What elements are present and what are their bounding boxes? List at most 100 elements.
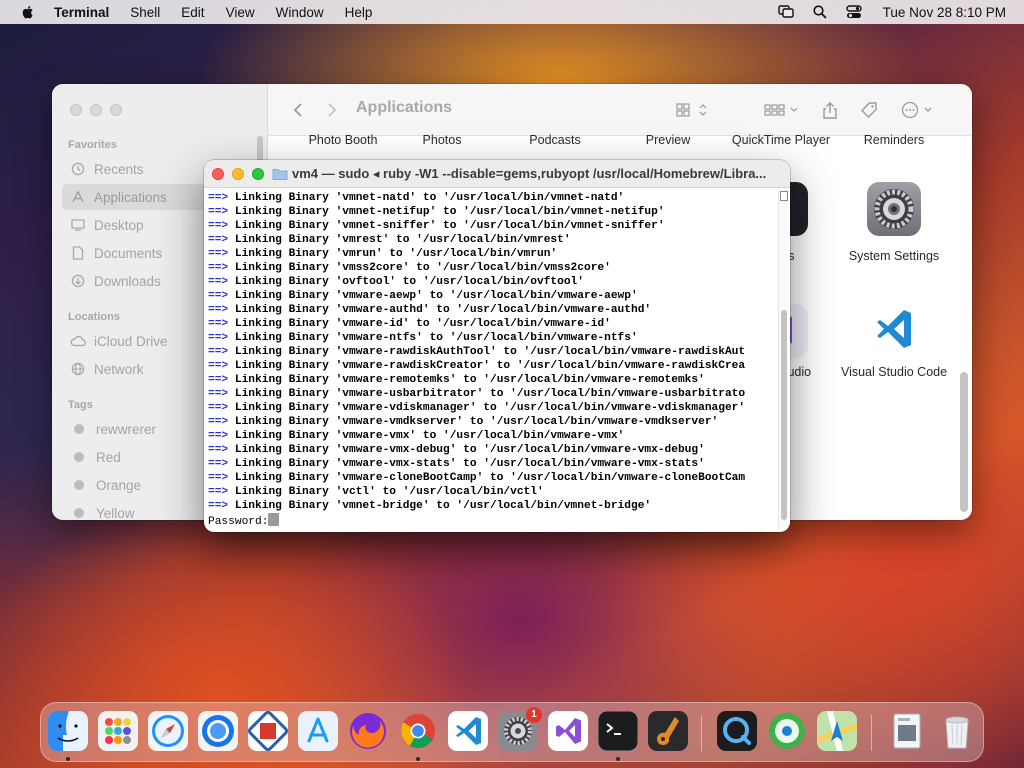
finder-scrollbar[interactable] bbox=[960, 372, 968, 512]
group-by-icon[interactable] bbox=[762, 98, 802, 122]
garageband-icon[interactable] bbox=[648, 711, 688, 751]
terminal-icon[interactable] bbox=[598, 711, 638, 751]
globe-icon bbox=[70, 361, 86, 377]
control-center-icon[interactable] bbox=[845, 4, 863, 20]
screen-mirroring-icon[interactable] bbox=[777, 4, 795, 20]
maps-icon[interactable] bbox=[817, 711, 857, 751]
google-chrome-icon[interactable] bbox=[398, 711, 438, 751]
remote-desktop-icon[interactable] bbox=[248, 711, 288, 751]
menu-edit[interactable]: Edit bbox=[181, 5, 204, 20]
terminal-line-text: Linking Binary 'vmrun' to '/usr/local/bi… bbox=[234, 248, 558, 260]
terminal-line-text: Linking Binary 'vmware-remotemks' to '/u… bbox=[234, 374, 705, 386]
menu-shell[interactable]: Shell bbox=[130, 5, 160, 20]
tag-icon[interactable] bbox=[858, 98, 880, 122]
terminal-arrow: ==> bbox=[208, 192, 229, 204]
vscode-icon[interactable] bbox=[867, 302, 921, 356]
finder-close-button[interactable] bbox=[70, 104, 82, 116]
back-chevron-icon[interactable] bbox=[288, 98, 308, 122]
terminal-minimize-button[interactable] bbox=[232, 168, 244, 180]
terminal-titlebar[interactable]: vm4 — sudo ◂ ruby -W1 --disable=gems,rub… bbox=[204, 160, 790, 188]
spotlight-search-icon[interactable] bbox=[811, 4, 829, 20]
terminal-arrow: ==> bbox=[208, 318, 229, 330]
finder-toolbar: Applications bbox=[268, 84, 972, 136]
menu-view[interactable]: View bbox=[226, 5, 255, 20]
menu-help[interactable]: Help bbox=[345, 5, 373, 20]
menu-clock[interactable]: Tue Nov 28 8:10 PM bbox=[883, 5, 1006, 20]
more-actions-icon[interactable] bbox=[900, 98, 936, 122]
menu-app-name[interactable]: Terminal bbox=[54, 5, 109, 20]
apple-logo-icon[interactable] bbox=[20, 4, 36, 20]
dock-separator bbox=[701, 715, 702, 751]
launchpad-icon[interactable] bbox=[98, 711, 138, 751]
tag-dot bbox=[74, 452, 84, 462]
trash-icon[interactable] bbox=[937, 711, 977, 751]
terminal-line: ==> Linking Binary 'vmware-aewp' to '/us… bbox=[208, 289, 774, 303]
password-prompt[interactable]: Password: bbox=[208, 513, 774, 529]
terminal-close-button[interactable] bbox=[212, 168, 224, 180]
chrome-alt-icon[interactable] bbox=[198, 711, 238, 751]
menu-window[interactable]: Window bbox=[276, 5, 324, 20]
share-icon[interactable] bbox=[820, 98, 840, 122]
terminal-line: ==> Linking Binary 'vmnet-sniffer' to '/… bbox=[208, 219, 774, 233]
terminal-line: ==> Linking Binary 'vmware-vdiskmanager'… bbox=[208, 401, 774, 415]
sidebar-item-label: Orange bbox=[96, 477, 142, 493]
scroll-marker-icon[interactable] bbox=[780, 191, 788, 201]
app-label-photos[interactable]: Photos bbox=[382, 132, 502, 148]
forward-chevron-icon[interactable] bbox=[322, 98, 342, 122]
itunes-icon[interactable] bbox=[767, 711, 807, 751]
terminal-arrow: ==> bbox=[208, 304, 229, 316]
app-label-podcasts[interactable]: Podcasts bbox=[495, 132, 615, 148]
terminal-title: vm4 — sudo ◂ ruby -W1 --disable=gems,rub… bbox=[292, 166, 767, 181]
terminal-line: ==> Linking Binary 'vmware-vmdkserver' t… bbox=[208, 415, 774, 429]
terminal-line-text: Linking Binary 'vctl' to '/usr/local/bin… bbox=[234, 486, 544, 498]
terminal-arrow: ==> bbox=[208, 220, 229, 232]
sidebar-item-label: Documents bbox=[94, 245, 163, 261]
terminal-arrow: ==> bbox=[208, 332, 229, 344]
app-label-visual-studio-code[interactable]: Visual Studio Code bbox=[834, 364, 954, 380]
app-store-icon[interactable] bbox=[298, 711, 338, 751]
terminal-line-text: Linking Binary 'vmnet-bridge' to '/usr/l… bbox=[234, 500, 652, 512]
app-label-preview[interactable]: Preview bbox=[608, 132, 728, 148]
sidebar-item-label: iCloud Drive bbox=[94, 333, 168, 349]
terminal-scroll-thumb[interactable] bbox=[781, 310, 787, 520]
firefox-icon[interactable] bbox=[348, 711, 388, 751]
terminal-arrow: ==> bbox=[208, 486, 229, 498]
preview-doc-icon[interactable] bbox=[887, 711, 927, 751]
view-grid-icon[interactable] bbox=[674, 98, 710, 122]
vscode-icon[interactable] bbox=[448, 711, 488, 751]
notification-badge: 1 bbox=[526, 707, 542, 723]
terminal-arrow: ==> bbox=[208, 346, 229, 358]
terminal-line: ==> Linking Binary 'vmware-id' to '/usr/… bbox=[208, 317, 774, 331]
gear-icon[interactable] bbox=[867, 182, 921, 236]
terminal-scrollbar[interactable] bbox=[778, 190, 788, 528]
safari-icon[interactable] bbox=[148, 711, 188, 751]
app-label-system-settings[interactable]: System Settings bbox=[834, 248, 954, 264]
terminal-arrow: ==> bbox=[208, 416, 229, 428]
sidebar-item-label: Red bbox=[96, 449, 121, 465]
terminal-line-text: Linking Binary 'vmware-vmx' to '/usr/loc… bbox=[234, 430, 625, 442]
terminal-arrow: ==> bbox=[208, 374, 229, 386]
terminal-zoom-button[interactable] bbox=[252, 168, 264, 180]
terminal-line-text: Linking Binary 'vmware-rawdiskCreator' t… bbox=[234, 360, 746, 372]
finder-icon[interactable] bbox=[48, 711, 88, 751]
terminal-arrow: ==> bbox=[208, 472, 229, 484]
terminal-output[interactable]: ==> Linking Binary 'vmnet-natd' to '/usr… bbox=[208, 191, 774, 529]
system-settings-icon[interactable]: 1 bbox=[498, 707, 542, 751]
finder-zoom-button[interactable] bbox=[110, 104, 122, 116]
text-cursor bbox=[268, 513, 280, 526]
sidebar-item-label: Downloads bbox=[94, 273, 161, 289]
sidebar-section-tags: Tags bbox=[68, 399, 93, 411]
terminal-arrow: ==> bbox=[208, 402, 229, 414]
sidebar-item-label: Desktop bbox=[94, 217, 144, 233]
finder-minimize-button[interactable] bbox=[90, 104, 102, 116]
sidebar-section-locations: Locations bbox=[68, 311, 120, 323]
terminal-line: ==> Linking Binary 'vmss2core' to '/usr/… bbox=[208, 261, 774, 275]
app-label-reminders[interactable]: Reminders bbox=[834, 132, 954, 148]
app-label-quicktime-player[interactable]: QuickTime Player bbox=[721, 132, 841, 148]
app-label-partial[interactable]: tudio bbox=[784, 364, 824, 380]
terminal-line: ==> Linking Binary 'vmware-vmx-stats' to… bbox=[208, 457, 774, 471]
quicktime-icon[interactable] bbox=[717, 711, 757, 751]
terminal-arrow: ==> bbox=[208, 290, 229, 302]
dock-separator bbox=[871, 715, 872, 751]
visual-studio-icon[interactable] bbox=[548, 711, 588, 751]
